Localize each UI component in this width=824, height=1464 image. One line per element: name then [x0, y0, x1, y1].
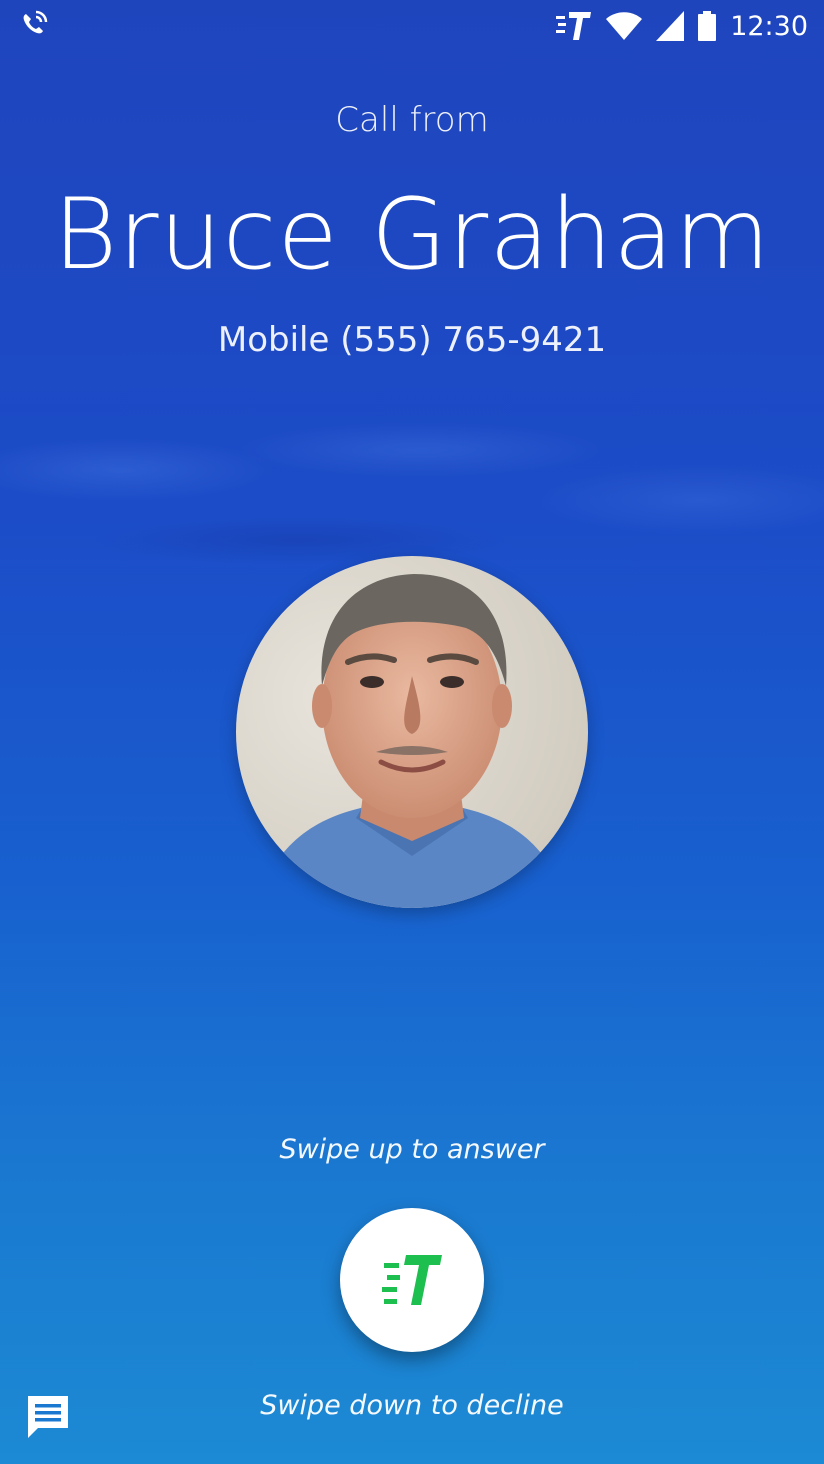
status-icons: 12:30: [556, 6, 808, 46]
wifi-icon: [606, 12, 643, 40]
status-bar: 12:30: [0, 0, 824, 54]
caller-number: Mobile (555) 765-9421: [217, 320, 607, 360]
cell-signal-icon: [656, 11, 685, 41]
caller-avatar: [236, 556, 588, 908]
status-clock: 12:30: [730, 10, 808, 42]
battery-icon: [698, 11, 717, 41]
swipe-up-hint: Swipe up to answer: [279, 1134, 545, 1165]
swipe-down-hint: Swipe down to decline: [260, 1390, 564, 1421]
carrier-t-icon: [382, 1255, 442, 1305]
carrier-t-icon: [556, 12, 592, 40]
message-icon[interactable]: [26, 1394, 70, 1438]
answer-call-button[interactable]: [340, 1208, 484, 1352]
wifi-calling-icon: [23, 10, 48, 34]
call-from-label: Call from: [335, 100, 489, 140]
caller-photo: [236, 556, 588, 908]
caller-name: Bruce Graham: [53, 178, 771, 292]
